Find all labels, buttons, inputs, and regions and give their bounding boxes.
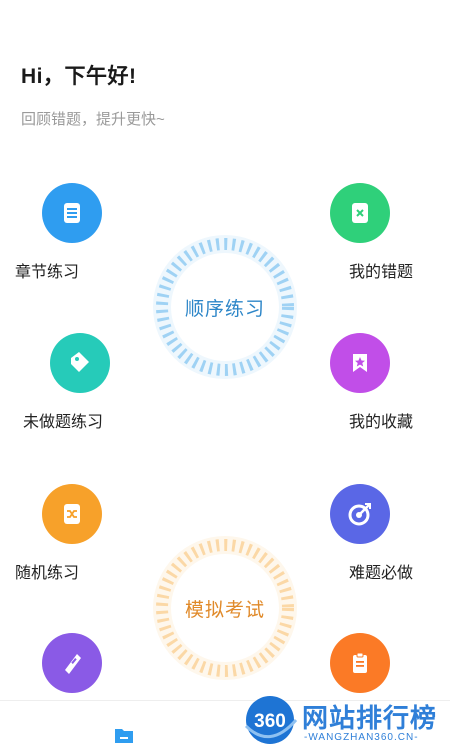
bookmark-icon <box>330 333 390 393</box>
greeting-subtitle: 回顾错题，提升更快~ <box>21 111 165 128</box>
hard-questions-label: 难题必做 <box>348 565 413 582</box>
target-icon <box>330 484 390 544</box>
clipboard-icon <box>330 633 390 693</box>
wrong-questions-label: 我的错题 <box>348 264 413 281</box>
shuffle-icon <box>42 484 102 544</box>
hard-questions-button[interactable]: 难题必做 <box>303 484 413 594</box>
watermark: 360 网站排行榜 -WANGZHAN360.CN- <box>242 690 450 750</box>
watermark-logo-text: 360 <box>254 711 286 732</box>
favorites-label: 我的收藏 <box>348 414 413 431</box>
undone-practice-label: 未做题练习 <box>23 414 104 431</box>
watermark-url: -WANGZHAN360.CN- <box>304 732 419 743</box>
mock-exam-button[interactable]: 模拟考试 <box>148 531 302 685</box>
sequential-practice-button[interactable]: 顺序练习 <box>148 230 302 384</box>
pen-icon <box>42 633 102 693</box>
chapter-practice-label: 章节练习 <box>15 264 80 281</box>
mock-exam-label: 模拟考试 <box>184 599 265 621</box>
folder-icon[interactable] <box>114 725 134 750</box>
chapter-icon <box>42 183 102 243</box>
watermark-title: 网站排行榜 <box>302 703 438 733</box>
random-practice-button[interactable]: 随机练习 <box>15 484 125 594</box>
undone-practice-button[interactable]: 未做题练习 <box>23 333 133 443</box>
wrong-questions-button[interactable]: 我的错题 <box>303 183 413 293</box>
sequential-practice-label: 顺序练习 <box>184 298 265 320</box>
favorites-button[interactable]: 我的收藏 <box>303 333 413 443</box>
watermark-logo: 360 <box>244 696 298 744</box>
tag-icon <box>50 333 110 393</box>
random-practice-label: 随机练习 <box>15 565 80 582</box>
wrong-icon <box>330 183 390 243</box>
greeting-title: Hi，下午好! <box>21 65 137 88</box>
chapter-practice-button[interactable]: 章节练习 <box>15 183 125 293</box>
